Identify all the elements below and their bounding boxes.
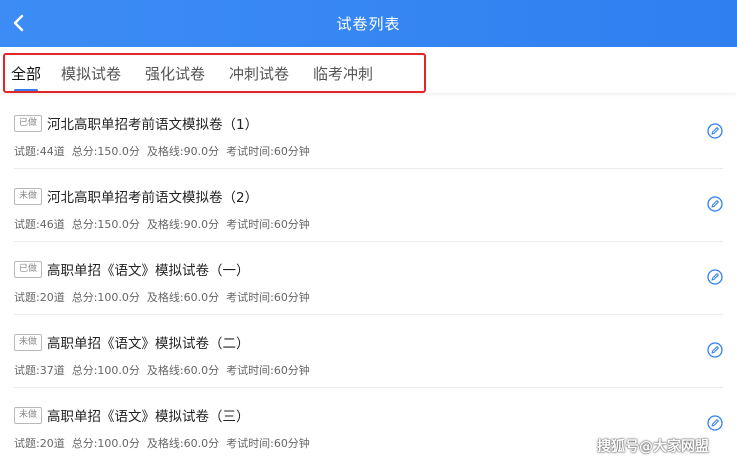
total-score: 总分:100.0分 <box>71 291 140 304</box>
edit-icon[interactable] <box>707 342 723 358</box>
tab-all[interactable]: 全部 <box>11 63 41 84</box>
list-item[interactable]: 已做 高职单招《语文》模拟试卷（一） 试题:20道 总分:100.0分 及格线:60… <box>0 242 737 315</box>
status-badge: 未做 <box>14 188 42 205</box>
question-count: 试题:46道 <box>14 218 65 231</box>
total-score: 总分:100.0分 <box>71 437 140 450</box>
exam-title: 河北高职单招考前语文模拟卷（1） <box>47 117 259 133</box>
exam-time: 考试时间:60分钟 <box>226 218 310 231</box>
exam-time: 考试时间:60分钟 <box>226 291 310 304</box>
exam-meta: 试题:37道 总分:100.0分 及格线:60.0分 考试时间:60分钟 <box>14 362 317 378</box>
status-badge: 已做 <box>14 261 42 278</box>
tab-bar: 全部 模拟试卷 强化试卷 冲刺试卷 临考冲刺 <box>0 47 737 93</box>
exam-meta: 试题:44道 总分:150.0分 及格线:90.0分 考试时间:60分钟 <box>14 143 317 159</box>
tab-sprint[interactable]: 冲刺试卷 <box>229 63 289 84</box>
watermark: 搜狐号@大家网盟 <box>597 439 709 455</box>
exam-meta: 试题:20道 总分:100.0分 及格线:60.0分 考试时间:60分钟 <box>14 289 317 305</box>
tab-mock[interactable]: 模拟试卷 <box>61 63 121 84</box>
question-count: 试题:20道 <box>14 437 65 450</box>
exam-time: 考试时间:60分钟 <box>226 145 310 158</box>
list-item[interactable]: 未做 高职单招《语文》模拟试卷（二） 试题:37道 总分:100.0分 及格线:60… <box>0 315 737 388</box>
pass-line: 及格线:60.0分 <box>146 364 220 377</box>
active-tab-indicator <box>14 89 38 92</box>
total-score: 总分:150.0分 <box>71 145 140 158</box>
question-count: 试题:44道 <box>14 145 65 158</box>
header-bar: 试卷列表 <box>0 0 737 47</box>
tab-intensive[interactable]: 强化试卷 <box>145 63 205 84</box>
exam-time: 考试时间:60分钟 <box>226 437 310 450</box>
status-badge: 已做 <box>14 115 42 132</box>
status-badge: 未做 <box>14 407 42 424</box>
pass-line: 及格线:60.0分 <box>146 291 220 304</box>
edit-icon[interactable] <box>707 123 723 139</box>
status-badge: 未做 <box>14 334 42 351</box>
edit-icon[interactable] <box>707 415 723 431</box>
list-item[interactable]: 未做 河北高职单招考前语文模拟卷（2） 试题:46道 总分:150.0分 及格线:9… <box>0 169 737 242</box>
pass-line: 及格线:90.0分 <box>146 218 220 231</box>
exam-meta: 试题:46道 总分:150.0分 及格线:90.0分 考试时间:60分钟 <box>14 216 317 232</box>
question-count: 试题:20道 <box>14 291 65 304</box>
list-item[interactable]: 已做 河北高职单招考前语文模拟卷（1） 试题:44道 总分:150.0分 及格线:9… <box>0 96 737 169</box>
pass-line: 及格线:90.0分 <box>146 145 220 158</box>
total-score: 总分:150.0分 <box>71 218 140 231</box>
edit-icon[interactable] <box>707 196 723 212</box>
total-score: 总分:100.0分 <box>71 364 140 377</box>
exam-meta: 试题:20道 总分:100.0分 及格线:60.0分 考试时间:60分钟 <box>14 435 317 451</box>
exam-title: 高职单招《语文》模拟试卷（一） <box>47 263 250 279</box>
edit-icon[interactable] <box>707 269 723 285</box>
exam-time: 考试时间:60分钟 <box>226 364 310 377</box>
pass-line: 及格线:60.0分 <box>146 437 220 450</box>
exam-title: 高职单招《语文》模拟试卷（二） <box>47 336 250 352</box>
exam-title: 高职单招《语文》模拟试卷（三） <box>47 409 250 425</box>
exam-title: 河北高职单招考前语文模拟卷（2） <box>47 190 259 206</box>
tab-final-sprint[interactable]: 临考冲刺 <box>313 63 373 84</box>
question-count: 试题:37道 <box>14 364 65 377</box>
page-title: 试卷列表 <box>336 15 401 33</box>
